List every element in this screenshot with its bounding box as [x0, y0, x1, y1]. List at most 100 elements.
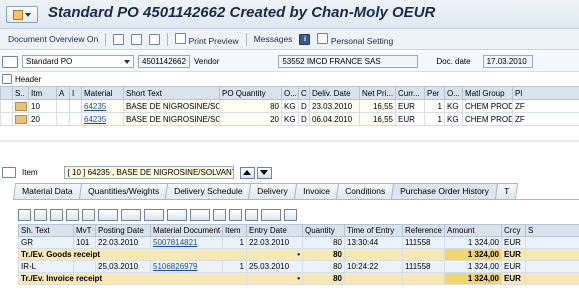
- row-select-box[interactable]: [15, 101, 27, 111]
- col-deliv-date[interactable]: Deliv. Date: [309, 86, 360, 100]
- menu-icon[interactable]: [6, 6, 38, 23]
- col-amount[interactable]: Amount: [444, 224, 502, 237]
- layout-icon[interactable]: [213, 209, 226, 221]
- material-link[interactable]: 64235: [84, 102, 106, 111]
- col-pl[interactable]: Pl: [512, 86, 579, 100]
- info-icon[interactable]: i: [299, 33, 311, 45]
- matl-group-cell: CHEM PROD...: [462, 112, 513, 126]
- edit-pencil-icon[interactable]: [131, 33, 143, 45]
- tab-delivery-schedule[interactable]: Delivery Schedule: [164, 183, 252, 200]
- find-next-icon[interactable]: [82, 209, 95, 221]
- tab-delivery[interactable]: Delivery: [248, 183, 298, 200]
- vendor-field[interactable]: 53552 IMCD FRANCE SAS: [278, 55, 419, 68]
- table-row[interactable]: Tr./Ev. Goods receipt • 80 1 324,00 EUR: [18, 248, 579, 261]
- tab-invoice[interactable]: Invoice: [293, 183, 340, 200]
- col-crcy[interactable]: Crcy: [501, 224, 526, 237]
- col-s[interactable]: S..: [12, 86, 29, 100]
- col-entry-date[interactable]: Entry Date: [246, 224, 303, 237]
- item-select[interactable]: [ 10 ] 64235 , BASE DE NIGROSINE/SOLVANT…: [63, 166, 234, 179]
- deliv-date-cell[interactable]: 23.03.2010: [309, 99, 360, 113]
- quantity-cell[interactable]: 80: [219, 99, 282, 113]
- col-itm[interactable]: Itm: [28, 86, 57, 100]
- col-net-price[interactable]: Net Pri...: [359, 86, 396, 100]
- find-icon[interactable]: [66, 209, 79, 221]
- col-per[interactable]: Per: [424, 86, 445, 100]
- material-document-link[interactable]: 5007814821: [153, 238, 198, 247]
- row-select-box[interactable]: [15, 114, 27, 124]
- tab-quantities-weights[interactable]: Quantities/Weights: [78, 183, 168, 200]
- col-a[interactable]: A: [56, 86, 70, 100]
- items-table: S.. Itm A I Material Short Text PO Quant…: [0, 86, 579, 126]
- col-o[interactable]: O...: [281, 86, 299, 100]
- doc-type-select[interactable]: Standard PO: [22, 55, 134, 68]
- document-overview-button[interactable]: Document Overview On: [8, 34, 98, 44]
- subtotal-currency: EUR: [501, 248, 526, 261]
- table-row[interactable]: 20 64235 BASE DE NIGROSINE/SO... 20 KG D…: [0, 112, 579, 126]
- refresh-icon[interactable]: [284, 209, 297, 221]
- col-curr[interactable]: Curr...: [395, 86, 425, 100]
- col-o2[interactable]: O...: [444, 86, 463, 100]
- tab-more[interactable]: T: [494, 183, 519, 200]
- collapse-icon[interactable]: [2, 167, 16, 178]
- col-item[interactable]: Item: [222, 224, 247, 237]
- col-matl-group[interactable]: Matl Group: [462, 86, 513, 100]
- plant-cell: ZF: [512, 112, 579, 126]
- graphic-icon[interactable]: [261, 209, 281, 221]
- details-icon[interactable]: [18, 209, 31, 221]
- col-posting-date[interactable]: Posting Date: [95, 224, 151, 237]
- entry-date-cell: 22.03.2010: [246, 236, 303, 249]
- messages-button[interactable]: Messages: [254, 34, 293, 44]
- print-preview-button[interactable]: Print Preview: [175, 32, 239, 46]
- col-reference[interactable]: Reference: [402, 224, 445, 237]
- tab-purchase-order-history[interactable]: Purchase Order History: [390, 183, 499, 200]
- doc-date-field[interactable]: 17.03.2010: [482, 55, 533, 68]
- col-quantity[interactable]: Quantity: [302, 224, 345, 237]
- po-number-field[interactable]: 4501142662: [138, 55, 190, 68]
- table-row[interactable]: IR-L 25.03.2010 5106826979 1 25.03.2010 …: [18, 260, 579, 273]
- sum-icon[interactable]: [121, 209, 141, 221]
- header-toggle[interactable]: Header: [0, 73, 41, 85]
- sort-descending-icon[interactable]: [50, 209, 63, 221]
- material-document-link[interactable]: 5106826979: [153, 262, 198, 271]
- c-cell: D: [298, 99, 310, 113]
- subtotal-icon[interactable]: [144, 209, 164, 221]
- save-layout-icon[interactable]: [245, 209, 258, 221]
- choose-layout-icon[interactable]: [229, 209, 242, 221]
- subtotal-quantity: 80: [302, 272, 345, 285]
- tab-material-data[interactable]: Material Data: [12, 183, 82, 200]
- deliv-date-cell[interactable]: 06.04.2010: [309, 112, 360, 126]
- table-row[interactable]: GR 101 22.03.2010 5007814821 1 22.03.201…: [18, 236, 579, 249]
- filter-icon[interactable]: [98, 209, 118, 221]
- tab-conditions[interactable]: Conditions: [335, 183, 395, 200]
- amount-cell: 1 324,00: [444, 236, 502, 249]
- col-i[interactable]: I: [69, 86, 82, 100]
- col-mvt[interactable]: MvT: [73, 224, 96, 237]
- next-item-button[interactable]: [256, 166, 272, 179]
- toggle-icon[interactable]: [149, 33, 161, 45]
- table-row[interactable]: 10 64235 BASE DE NIGROSINE/SO... 80 KG D…: [0, 99, 579, 113]
- col-c[interactable]: C: [298, 86, 310, 100]
- print-preview-label: Print Preview: [188, 35, 239, 46]
- material-link[interactable]: 64235: [84, 115, 106, 124]
- col-sh-text[interactable]: Sh. Text: [18, 224, 74, 237]
- order-unit-cell: KG: [444, 112, 463, 126]
- table-row[interactable]: Tr./Ev. Invoice receipt • 80 1 324,00 EU…: [18, 272, 579, 285]
- export-icon[interactable]: [190, 209, 210, 221]
- new-document-icon[interactable]: [113, 33, 125, 45]
- net-price-cell[interactable]: 16,55: [359, 112, 396, 126]
- col-po-quantity[interactable]: PO Quantity: [219, 86, 282, 100]
- sort-ascending-icon[interactable]: [34, 209, 47, 221]
- col-short-text[interactable]: Short Text: [123, 86, 220, 100]
- net-price-cell[interactable]: 16,55: [359, 99, 396, 113]
- select-all-icon[interactable]: [0, 86, 13, 100]
- short-text-cell[interactable]: BASE DE NIGROSINE/SO...: [123, 112, 220, 126]
- col-time-of-entry[interactable]: Time of Entry: [344, 224, 403, 237]
- personal-setting-button[interactable]: Personal Setting: [317, 32, 393, 46]
- previous-item-button[interactable]: [239, 166, 255, 179]
- col-material[interactable]: Material: [81, 86, 124, 100]
- print-icon[interactable]: [167, 209, 187, 221]
- short-text-cell[interactable]: BASE DE NIGROSINE/SO...: [123, 99, 220, 113]
- quantity-cell[interactable]: 20: [219, 112, 282, 126]
- col-s[interactable]: S: [525, 224, 579, 237]
- col-material-document[interactable]: Material Document: [150, 224, 223, 237]
